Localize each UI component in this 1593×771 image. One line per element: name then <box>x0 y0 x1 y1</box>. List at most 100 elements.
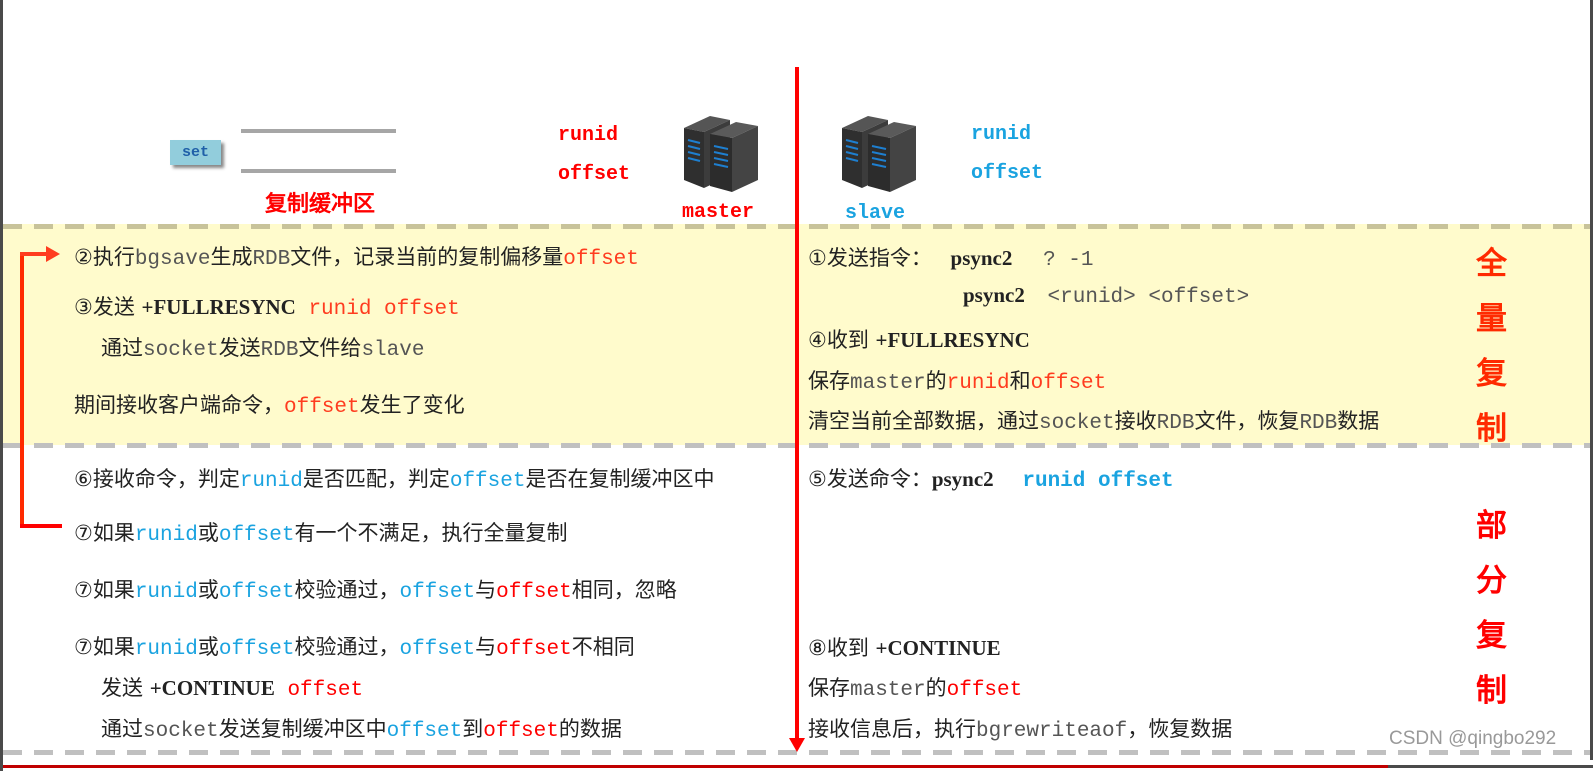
args: ? -1 <box>1043 249 1094 272</box>
master-offset: offset <box>496 581 572 604</box>
slave-step-1: ①发送指令： psync2 ? -1 <box>808 242 1093 272</box>
master-step-6: ⑥接收命令，判定runid是否匹配，判定offset是否在复制缓冲区中 <box>74 463 714 493</box>
master-step-7-mismatch: ⑦如果runid或offset有一个不满足，执行全量复制 <box>74 517 567 547</box>
text: 生成 <box>210 245 253 269</box>
text: 清空当前全部数据，通过 <box>808 409 1039 433</box>
slave-label: slave <box>845 202 906 225</box>
slave-step-4-save: 保存master的runid和offset <box>808 365 1106 395</box>
slave-step-4: ④收到 +FULLRESYNC <box>808 324 1030 354</box>
set-command-box: set <box>170 140 221 165</box>
text: 有一个不满足，执行全量复制 <box>294 521 568 545</box>
offset: offset <box>449 470 526 493</box>
offset: offset <box>946 679 1023 702</box>
text: 校验通过， <box>294 635 400 659</box>
offset: offset <box>274 679 364 702</box>
slave-server-icon <box>842 116 916 192</box>
retry-loop-top <box>20 252 48 256</box>
offset: offset <box>284 396 360 419</box>
offset: offset <box>218 524 295 547</box>
text: 发送 <box>218 336 261 360</box>
rdb: RDB <box>1156 412 1195 435</box>
text: 与 <box>475 578 497 602</box>
watermark: CSDN @qingbo292 <box>1389 728 1557 749</box>
text: ⑦如果 <box>74 635 135 659</box>
text: 数据 <box>1337 409 1380 433</box>
runid: runid <box>134 524 198 547</box>
text: ②执行 <box>74 245 135 269</box>
master-step-7-send-buffer: 通过socket发送复制缓冲区中offset到offset的数据 <box>101 713 622 743</box>
full-sync-label-2: 量 <box>1476 301 1507 337</box>
text: 文件，记录当前的复制偏移量 <box>290 245 564 269</box>
master-step-3: ③发送 +FULLRESYNC runid offset <box>74 291 460 321</box>
runid: runid <box>134 638 198 661</box>
offset: offset <box>563 248 639 271</box>
slave-step-8: ⑧收到 +CONTINUE <box>808 632 1001 662</box>
cmd-bgsave: bgsave <box>134 248 211 271</box>
partial-sync-label-1: 部 <box>1476 508 1507 544</box>
divider-arrow-down-icon <box>789 738 805 752</box>
text: ⑦如果 <box>74 578 135 602</box>
master-offset: offset <box>558 163 631 186</box>
master-slave-divider <box>795 67 799 742</box>
cmd-fullresync: +FULLRESYNC <box>875 328 1030 352</box>
text: 校验通过， <box>294 578 400 602</box>
args: runid offset <box>1022 470 1174 493</box>
slave-step-8-restore: 接收信息后，执行bgrewriteaof，恢复数据 <box>808 713 1232 743</box>
text: 发送 <box>101 676 150 700</box>
text: ⑥接收命令，判定 <box>74 467 240 491</box>
text: 发送复制缓冲区中 <box>218 717 387 741</box>
cmd-psync2: psync2 <box>931 467 994 491</box>
text: ，恢复数据 <box>1127 717 1233 741</box>
cmd-fullresync: +FULLRESYNC <box>141 295 296 319</box>
buffer-bottom-line <box>241 169 396 173</box>
socket: socket <box>143 339 219 362</box>
buffer-top-line <box>241 129 396 133</box>
full-sync-label-4: 制 <box>1476 411 1507 447</box>
text: 接收 <box>1114 409 1157 433</box>
text: 是否在复制缓冲区中 <box>525 467 715 491</box>
rdb: RDB <box>1299 412 1338 435</box>
text: 文件给 <box>298 336 362 360</box>
master-offset: offset <box>496 638 572 661</box>
text: 不相同 <box>571 635 635 659</box>
offset: offset <box>1030 372 1107 395</box>
slave-step-5: ⑤发送命令：psync2 runid offset <box>808 463 1174 493</box>
master-step-3-socket: 通过socket发送RDB文件给slave <box>101 332 424 362</box>
text: 发生了变化 <box>359 393 465 417</box>
cmd-psync2: psync2 <box>950 246 1013 270</box>
cmd-continue: +CONTINUE <box>149 676 275 700</box>
text: 保存 <box>808 369 850 393</box>
slave-offset: offset <box>971 162 1044 185</box>
full-sync-label-3: 复 <box>1476 356 1507 392</box>
slave-offset: offset <box>386 720 463 743</box>
master-step-3-offset-change: 期间接收客户端命令，offset发生了变化 <box>74 389 465 419</box>
slave-offset: offset <box>399 638 476 661</box>
cmd-bgrewriteaof: bgrewriteaof <box>976 720 1128 743</box>
text: ④收到 <box>808 328 876 352</box>
retry-loop-line <box>20 252 24 528</box>
retry-arrow-right-icon <box>46 246 60 262</box>
args: <runid> <offset> <box>1047 286 1250 309</box>
runid: runid <box>239 470 303 493</box>
master-step-7-different: ⑦如果runid或offset校验通过，offset与offset不相同 <box>74 631 635 661</box>
slave-runid: runid <box>971 123 1032 146</box>
text: 通过 <box>101 717 143 741</box>
master-runid: runid <box>558 124 619 147</box>
text: 通过 <box>101 336 143 360</box>
text: 是否匹配，判定 <box>302 467 450 491</box>
text: ③发送 <box>74 295 142 319</box>
full-sync-label-1: 全 <box>1476 246 1507 282</box>
rdb: RDB <box>260 339 299 362</box>
master-step-7-same: ⑦如果runid或offset校验通过，offset与offset相同，忽略 <box>74 574 677 604</box>
retry-loop-bottom <box>20 524 62 528</box>
slave-step-8-save: 保存master的offset <box>808 672 1022 702</box>
partial-sync-label-3: 复 <box>1476 618 1507 654</box>
offset: offset <box>218 581 295 604</box>
text: 文件，恢复 <box>1194 409 1300 433</box>
bottom-dark-border <box>1388 765 1593 768</box>
partial-sync-label-2: 分 <box>1476 563 1507 599</box>
text: 的数据 <box>558 717 622 741</box>
replication-buffer-label: 复制缓冲区 <box>265 192 376 217</box>
slave-step-1-alt: psync2 <runid> <offset> <box>963 283 1249 309</box>
master: master <box>850 372 926 395</box>
